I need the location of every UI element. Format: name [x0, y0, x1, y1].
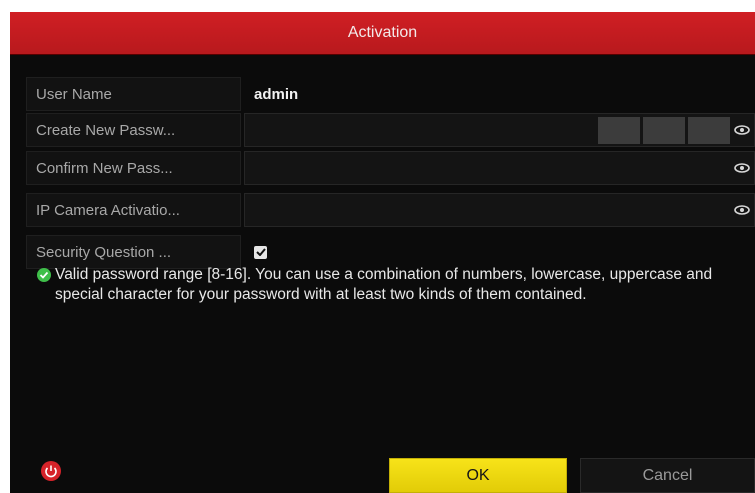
- password-hint: Valid password range [8-16]. You can use…: [55, 266, 713, 303]
- create-password-label: Create New Passw...: [26, 113, 241, 147]
- ip-camera-activation-label: IP Camera Activatio...: [26, 193, 241, 227]
- password-strength-meter: [598, 117, 730, 144]
- activation-dialog: Activation User Name admin Create New Pa…: [10, 12, 755, 493]
- dialog-title: Activation: [10, 12, 755, 55]
- confirm-password-label: Confirm New Pass...: [26, 151, 241, 185]
- confirm-password-input[interactable]: [244, 151, 755, 185]
- create-password-row: Create New Passw...: [26, 113, 755, 147]
- eye-icon[interactable]: [734, 163, 750, 173]
- confirm-password-row: Confirm New Pass...: [26, 151, 755, 185]
- ok-button[interactable]: OK: [389, 458, 567, 493]
- check-circle-icon: [37, 268, 51, 282]
- eye-icon[interactable]: [734, 125, 750, 135]
- cancel-button[interactable]: Cancel: [580, 458, 755, 493]
- user-name-label: User Name: [26, 77, 241, 111]
- strength-segment: [643, 117, 685, 144]
- security-question-cell: [244, 235, 755, 269]
- strength-segment: [598, 117, 640, 144]
- user-name-value: admin: [244, 77, 755, 111]
- power-icon[interactable]: [40, 460, 62, 482]
- security-question-checkbox[interactable]: [254, 245, 267, 259]
- ip-camera-activation-input[interactable]: [244, 193, 755, 227]
- strength-segment: [688, 117, 730, 144]
- create-password-input[interactable]: [244, 113, 755, 147]
- screen: Activation User Name admin Create New Pa…: [0, 0, 755, 493]
- eye-icon[interactable]: [734, 205, 750, 215]
- user-name-row: User Name admin: [26, 77, 755, 111]
- security-question-label: Security Question ...: [26, 235, 241, 269]
- ip-camera-activation-row: IP Camera Activatio...: [26, 193, 755, 227]
- security-question-row: Security Question ...: [26, 235, 755, 269]
- checkmark-icon: [255, 248, 266, 256]
